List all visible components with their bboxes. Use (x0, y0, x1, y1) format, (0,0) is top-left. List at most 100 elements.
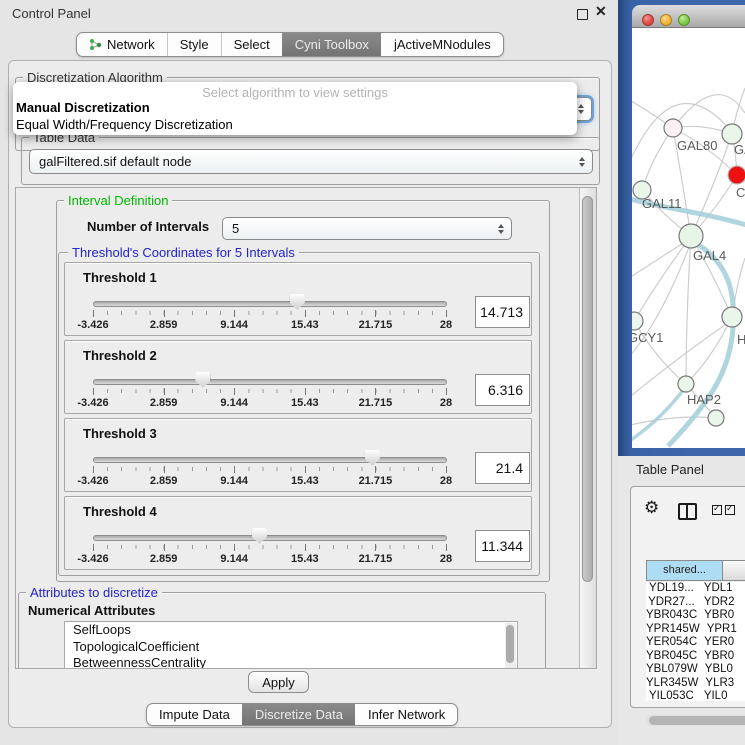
network-node[interactable] (664, 119, 682, 137)
slider-major-tick (305, 388, 306, 395)
column-header-shared-name[interactable]: shared... (647, 561, 723, 580)
table-row[interactable]: YDR27...YDR2 (646, 596, 745, 610)
tab-network[interactable]: Network (77, 33, 167, 56)
network-node-label: HAP2 (687, 392, 721, 407)
table-row[interactable]: YDL19...YDL1 (646, 582, 745, 596)
attribute-item-betweennesscentrality[interactable]: BetweennessCentrality (65, 655, 517, 669)
table-row[interactable]: YIL053CYIL0 (646, 690, 745, 701)
dropdown-option-equal-width-frequency[interactable]: Equal Width/Frequency Discretization (16, 117, 233, 132)
tab-jactivemnodules-label: jActiveMNodules (394, 37, 491, 52)
slider-tick-label: 9.144 (220, 475, 248, 487)
slider-thumb[interactable] (195, 372, 210, 388)
slider-track[interactable] (93, 301, 447, 307)
network-window-titlebar[interactable] (632, 5, 745, 28)
zoom-traffic-light[interactable] (678, 14, 690, 26)
table-horizontal-scrollbar[interactable] (646, 715, 745, 726)
slider-thumb[interactable] (290, 294, 305, 310)
network-node[interactable] (679, 224, 703, 248)
slider-thumb[interactable] (365, 450, 380, 466)
slider-tick-label: 21.715 (359, 475, 393, 487)
dropdown-option-manual-discretization[interactable]: Manual Discretization (16, 100, 150, 115)
mode-tab-discretize-data[interactable]: Discretize Data (242, 704, 355, 725)
split-columns-icon[interactable] (678, 503, 697, 520)
network-node-label: H (737, 332, 745, 347)
slider-major-tick (446, 466, 447, 473)
attribute-item-topologicalcoefficient[interactable]: TopologicalCoefficient (65, 639, 517, 656)
node-table-panel: ⚙ shared... name YDL19...YDL1YDR27...YDR… (630, 486, 745, 708)
attribute-item-selfloops[interactable]: SelfLoops (65, 622, 517, 639)
mode-tab-discretize-data-label: Discretize Data (255, 707, 343, 722)
slider-tick-label: -3.426 (77, 397, 108, 409)
interval-definition-title: Interval Definition (64, 193, 172, 208)
table-row[interactable]: YBR043CYBR0 (646, 609, 745, 623)
minimize-traffic-light[interactable] (660, 14, 672, 26)
slider-major-tick (234, 310, 235, 317)
network-node[interactable] (728, 166, 745, 184)
tab-style-label: Style (180, 37, 209, 52)
network-graph-icon (89, 38, 102, 51)
close-panel-button[interactable]: ✕ (595, 3, 607, 20)
slider-track[interactable] (93, 457, 447, 463)
table-data-select[interactable]: galFiltered.sif default node (29, 149, 593, 174)
threshold-value-field[interactable]: 21.4 (475, 452, 530, 484)
shared-name-cell: YPR145W (646, 623, 700, 637)
table-row[interactable]: YBR045CYBR0 (646, 650, 745, 664)
slider-minor-ticks (93, 389, 448, 393)
slider-tick-label: 15.43 (291, 553, 319, 565)
network-node[interactable] (722, 124, 742, 144)
table-header-row: shared... name (646, 560, 745, 581)
slider-thumb[interactable] (252, 528, 267, 544)
number-of-intervals-select[interactable]: 5 (222, 217, 512, 240)
slider-major-tick (446, 544, 447, 551)
settings-vertical-scrollbar[interactable] (579, 188, 596, 668)
shared-name-cell: YDR27... (646, 596, 697, 610)
slider-major-tick (375, 388, 376, 395)
network-node[interactable] (632, 312, 643, 330)
table-row[interactable]: YER054CYER0 (646, 636, 745, 650)
slider-major-tick (164, 388, 165, 395)
threshold-value-field[interactable]: 11.344 (475, 530, 530, 562)
mode-tab-impute-data[interactable]: Impute Data (147, 704, 242, 725)
threshold-1-panel: Threshold 114.713-3.4262.8599.14415.4321… (64, 262, 532, 336)
slider-major-tick (375, 310, 376, 317)
tab-jactivemnodules[interactable]: jActiveMNodules (381, 33, 503, 56)
dropdown-prompt-item: Select algorithm to view settings (13, 85, 577, 100)
slider-track[interactable] (93, 535, 447, 541)
slider-tick-label: 2.859 (150, 397, 178, 409)
table-row[interactable]: YPR145WYPR1 (646, 623, 745, 637)
control-panel-tab-bar: Network Style Select Cyni Toolbox jActiveMNo… (76, 32, 504, 57)
tab-cyni-toolbox[interactable]: Cyni Toolbox (282, 33, 381, 56)
threshold-2-panel: Threshold 26.316-3.4262.8599.14415.4321.… (64, 340, 532, 414)
float-window-button[interactable] (577, 9, 588, 20)
tab-style[interactable]: Style (167, 33, 221, 56)
mode-tab-infer-network-label: Infer Network (368, 707, 445, 722)
show-columns-checkbox-icon[interactable] (712, 505, 722, 515)
numerical-attributes-list[interactable]: SelfLoopsTopologicalCoefficientBetweenne… (64, 621, 518, 669)
show-columns-checkbox-icon[interactable] (725, 505, 735, 515)
tab-select-label: Select (234, 37, 270, 52)
tab-select[interactable]: Select (221, 33, 282, 56)
close-traffic-light[interactable] (642, 14, 654, 26)
attributes-list-scrollbar[interactable] (505, 623, 516, 668)
mode-tab-impute-data-label: Impute Data (159, 707, 230, 722)
threshold-value-field[interactable]: 14.713 (475, 296, 530, 328)
slider-major-tick (93, 466, 94, 473)
network-node[interactable] (678, 376, 694, 392)
network-view-canvas[interactable]: GAL80GAGAL11CGAL4GCY1HHAP2 (632, 28, 745, 448)
numerical-attributes-label: Numerical Attributes (28, 603, 155, 618)
table-row[interactable]: YLR345WYLR3 (646, 677, 745, 691)
column-header-name[interactable]: name (723, 561, 745, 580)
settings-gear-icon[interactable]: ⚙ (644, 500, 659, 517)
apply-button[interactable]: Apply (248, 671, 309, 693)
slider-tick-label: 2.859 (150, 553, 178, 565)
threshold-label: Threshold 1 (83, 270, 157, 285)
table-row[interactable]: YBL079WYBL0 (646, 663, 745, 677)
slider-tick-label: 21.715 (359, 553, 393, 565)
threshold-value-field[interactable]: 6.316 (475, 374, 530, 406)
settings-scroll-area: Interval Definition Number of Intervals … (15, 187, 597, 669)
slider-track[interactable] (93, 379, 447, 385)
network-node[interactable] (722, 307, 742, 327)
combo-arrows-icon (578, 104, 584, 114)
mode-tab-infer-network[interactable]: Infer Network (355, 704, 457, 725)
network-node[interactable] (708, 410, 724, 426)
